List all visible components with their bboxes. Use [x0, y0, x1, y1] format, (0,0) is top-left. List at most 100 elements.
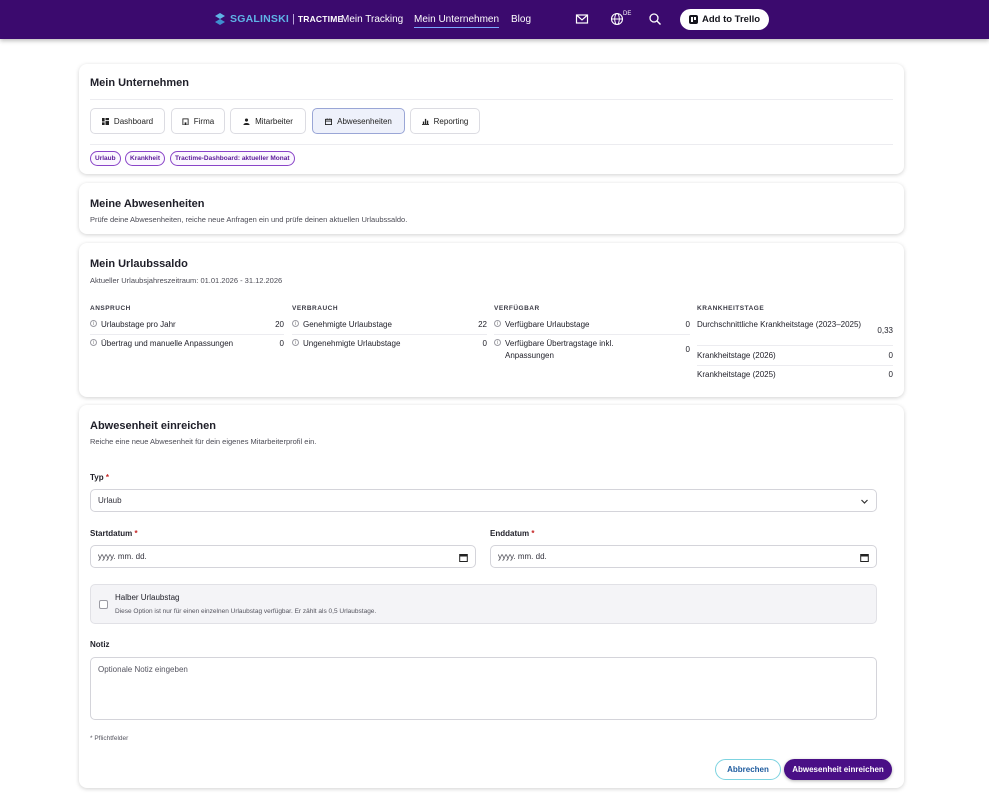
balance-row-label: Verfügbare Übertragstage inkl. Anpassung… [505, 339, 614, 360]
brand-s-icon [215, 13, 225, 25]
info-icon[interactable]: i [90, 339, 97, 346]
balance-row: i Übertrag und manuelle Anpassungen 0 [90, 338, 284, 350]
row-divider [292, 334, 487, 335]
balance-subtitle: Aktueller Urlaubsjahreszeitraum: 01.01.2… [90, 276, 283, 285]
note-textarea[interactable]: Optionale Notiz eingeben [90, 657, 877, 720]
balance-row-value: 20 [275, 320, 284, 329]
trello-icon [688, 15, 698, 24]
column-heading-verbrauch: VERBRAUCH [292, 305, 339, 312]
form-title: Abwesenheit einreichen [90, 420, 216, 432]
end-date-input[interactable]: yyyy. mm. dd. [490, 545, 877, 568]
nav-link-mein-tracking[interactable]: Mein Tracking [341, 13, 403, 26]
required-mark: * [531, 529, 535, 538]
brand-logo[interactable]: SGALINSKI | TRACTIME [213, 11, 343, 27]
tab-dashboard-label: Dashboard [113, 116, 154, 126]
absences-card: Meine Abwesenheiten Prüfe deine Abwesenh… [79, 183, 904, 234]
end-date-placeholder: yyyy. mm. dd. [498, 552, 547, 561]
mail-icon[interactable] [575, 12, 589, 26]
half-day-title: Halber Urlaubstag [115, 593, 180, 602]
required-fields-note: * Pflichtfelder [90, 735, 129, 742]
search-icon[interactable] [648, 12, 662, 26]
note-placeholder: Optionale Notiz eingeben [98, 665, 188, 674]
calendar-icon[interactable] [860, 553, 869, 562]
note-label: Notiz [90, 640, 110, 649]
balance-row-value: 0 [279, 339, 284, 348]
info-icon[interactable]: i [494, 339, 501, 346]
column-heading-verfuegbar: VERFÜGBAR [494, 305, 540, 312]
balance-row-value: 0 [482, 339, 487, 348]
dashboard-icon [101, 117, 109, 125]
calendar-icon[interactable] [459, 553, 468, 562]
tab-firma-label: Firma [193, 116, 215, 126]
start-date-label: Startdatum * [90, 529, 138, 538]
calendar-icon [325, 117, 333, 125]
balance-row: i Verfügbare Urlaubstage 0 [494, 319, 690, 331]
chip-urlaub[interactable]: Urlaub [90, 151, 121, 166]
balance-row: i Genehmigte Urlaubstage 22 [292, 319, 487, 331]
balance-row-value: 22 [478, 320, 487, 329]
type-select[interactable]: Urlaub [90, 489, 877, 512]
form-subtitle: Reiche eine neue Abwesenheit für dein ei… [90, 437, 317, 446]
type-label-text: Typ [90, 473, 104, 482]
tab-mitarbeiter-label: Mitarbeiter [255, 116, 293, 126]
info-icon[interactable]: i [90, 320, 97, 327]
balance-row-value: 0 [685, 345, 690, 354]
row-divider [90, 334, 284, 335]
chip-tractime-dashboard[interactable]: Tractime-Dashboard: aktueller Monat [170, 151, 295, 166]
person-icon [243, 117, 250, 125]
row-divider [697, 365, 893, 366]
balance-row-value: 0 [685, 320, 690, 329]
tab-reporting[interactable]: Reporting [410, 108, 480, 134]
company-card: Mein Unternehmen Dashboard Firma Mitarbe… [79, 64, 904, 174]
tab-abwesenheiten-label: Abwesenheiten [337, 116, 392, 126]
start-date-placeholder: yyyy. mm. dd. [98, 552, 147, 561]
balance-row-value: 0 [888, 370, 893, 379]
chip-krankheit[interactable]: Krankheit [125, 151, 165, 166]
divider [90, 144, 893, 145]
brand-primary: SGALINSKI [230, 13, 289, 25]
balance-row-label: Krankheitstage (2026) [697, 351, 776, 360]
start-date-input[interactable]: yyyy. mm. dd. [90, 545, 476, 568]
tab-reporting-label: Reporting [433, 116, 469, 126]
submit-absence-button[interactable]: Abwesenheit einreichen [784, 759, 892, 780]
language-badge: DE [623, 11, 632, 17]
nav-link-mein-unternehmen[interactable]: Mein Unternehmen [414, 13, 500, 28]
half-day-hint: Diese Option ist nur für einen einzelnen… [115, 608, 377, 615]
nav-link-blog[interactable]: Blog [511, 13, 531, 26]
end-date-label-text: Enddatum [490, 529, 530, 538]
info-icon[interactable]: i [292, 339, 299, 346]
balance-row: Krankheitstage (2025) 0 [697, 369, 893, 381]
column-heading-anspruch: ANSPRUCH [90, 305, 131, 312]
tab-mitarbeiter[interactable]: Mitarbeiter [230, 108, 306, 134]
type-select-value: Urlaub [98, 496, 122, 505]
half-day-option: Halber Urlaubstag Diese Option ist nur f… [90, 584, 877, 624]
info-icon[interactable]: i [292, 320, 299, 327]
company-card-title: Mein Unternehmen [90, 77, 190, 89]
absences-title: Meine Abwesenheiten [90, 198, 205, 210]
tab-firma[interactable]: Firma [171, 108, 225, 134]
balance-row: i Urlaubstage pro Jahr 20 [90, 319, 284, 331]
cancel-button[interactable]: Abbrechen [715, 759, 781, 780]
balance-row-label: Urlaubstage pro Jahr [101, 320, 176, 329]
globe-icon[interactable] [610, 12, 624, 26]
balance-row-label: Verfügbare Urlaubstage [505, 320, 590, 329]
row-divider [494, 334, 690, 335]
column-heading-krankheitstage: KRANKHEITSTAGE [697, 305, 765, 312]
chevron-down-icon [861, 499, 868, 504]
tab-dashboard[interactable]: Dashboard [90, 108, 165, 134]
brand-secondary: TRACTIME [297, 14, 344, 24]
balance-title: Mein Urlaubssaldo [90, 258, 188, 270]
submit-absence-card: Abwesenheit einreichen Reiche eine neue … [79, 405, 904, 788]
info-icon[interactable]: i [494, 320, 501, 327]
tab-abwesenheiten[interactable]: Abwesenheiten [312, 108, 405, 134]
add-to-trello-button[interactable]: Add to Trello [680, 9, 769, 30]
end-date-label: Enddatum * [490, 529, 534, 538]
add-to-trello-label: Add to Trello [701, 14, 761, 25]
balance-row-value: 0,33 [877, 326, 893, 335]
absences-subtitle: Prüfe deine Abwesenheiten, reiche neue A… [90, 215, 408, 224]
half-day-checkbox[interactable] [99, 600, 108, 609]
start-date-label-text: Startdatum [90, 529, 133, 538]
balance-row: Krankheitstage (2026) 0 [697, 350, 893, 362]
bar-chart-icon [421, 118, 429, 125]
balance-row-label: Übertrag und manuelle Anpassungen [101, 339, 234, 348]
